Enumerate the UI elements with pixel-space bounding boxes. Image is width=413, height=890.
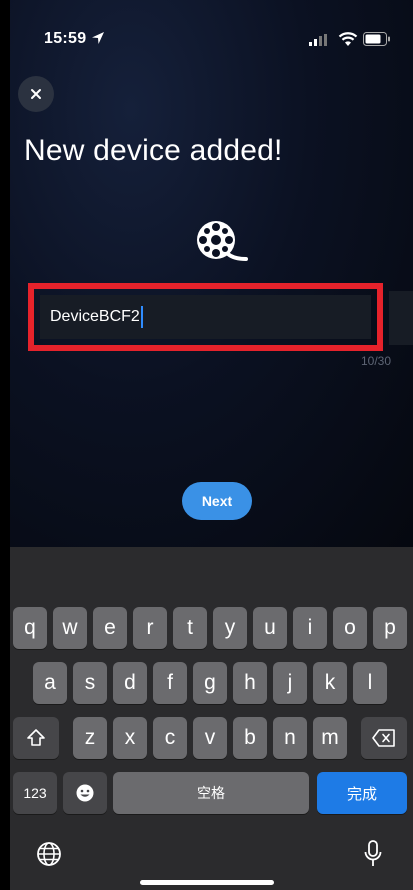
key-h[interactable]: h (233, 662, 267, 704)
backspace-key[interactable] (361, 717, 407, 759)
key-b[interactable]: b (233, 717, 267, 759)
device-icon (197, 221, 248, 261)
backspace-icon (372, 729, 395, 747)
key-j[interactable]: j (273, 662, 307, 704)
shift-key[interactable] (13, 717, 59, 759)
page-title: New device added! (24, 134, 283, 167)
name-field-background (389, 291, 413, 345)
key-z[interactable]: z (73, 717, 107, 759)
key-i[interactable]: i (293, 607, 327, 649)
text-caret (140, 306, 143, 328)
key-a[interactable]: a (33, 662, 67, 704)
close-icon (31, 89, 41, 99)
key-p[interactable]: p (373, 607, 407, 649)
next-button[interactable]: Next (182, 482, 252, 520)
character-counter: 10/30 (360, 354, 391, 368)
key-d[interactable]: d (113, 662, 147, 704)
status-time: 15:59 (44, 30, 87, 47)
wifi-icon (338, 32, 358, 46)
key-x[interactable]: x (113, 717, 147, 759)
key-l[interactable]: l (353, 662, 387, 704)
key-s[interactable]: s (73, 662, 107, 704)
numbers-key[interactable]: 123 (13, 772, 57, 814)
battery-icon (363, 32, 390, 46)
home-indicator (140, 880, 274, 885)
app-view: 15:59 New device added! DeviceBCF2 10/30… (10, 0, 413, 547)
key-w[interactable]: w (53, 607, 87, 649)
key-n[interactable]: n (273, 717, 307, 759)
cellular-signal-icon (309, 34, 327, 46)
key-v[interactable]: v (193, 717, 227, 759)
emoji-key[interactable] (63, 772, 107, 814)
key-o[interactable]: o (333, 607, 367, 649)
key-t[interactable]: t (173, 607, 207, 649)
device-name-value: DeviceBCF2 (50, 308, 140, 325)
key-g[interactable]: g (193, 662, 227, 704)
space-key[interactable]: 空格 (113, 772, 309, 814)
close-button[interactable] (18, 76, 54, 112)
keyboard: q w e r t y u i o p a s d f g h j k l z … (10, 547, 413, 890)
key-c[interactable]: c (153, 717, 187, 759)
globe-icon (37, 842, 61, 866)
key-u[interactable]: u (253, 607, 287, 649)
status-bar: 15:59 (10, 22, 413, 52)
key-f[interactable]: f (153, 662, 187, 704)
key-m[interactable]: m (313, 717, 347, 759)
microphone-icon (364, 840, 382, 866)
name-field-highlight: DeviceBCF2 (28, 283, 383, 351)
key-r[interactable]: r (133, 607, 167, 649)
device-name-input[interactable]: DeviceBCF2 (40, 295, 371, 339)
key-q[interactable]: q (13, 607, 47, 649)
key-k[interactable]: k (313, 662, 347, 704)
location-arrow-icon (92, 32, 104, 44)
key-y[interactable]: y (213, 607, 247, 649)
dictation-button[interactable] (358, 837, 388, 871)
globe-button[interactable] (34, 839, 64, 869)
shift-icon (27, 729, 45, 746)
emoji-icon (76, 784, 94, 802)
screen: 15:59 New device added! DeviceBCF2 10/30… (0, 0, 413, 890)
key-e[interactable]: e (93, 607, 127, 649)
done-key[interactable]: 完成 (317, 772, 407, 814)
